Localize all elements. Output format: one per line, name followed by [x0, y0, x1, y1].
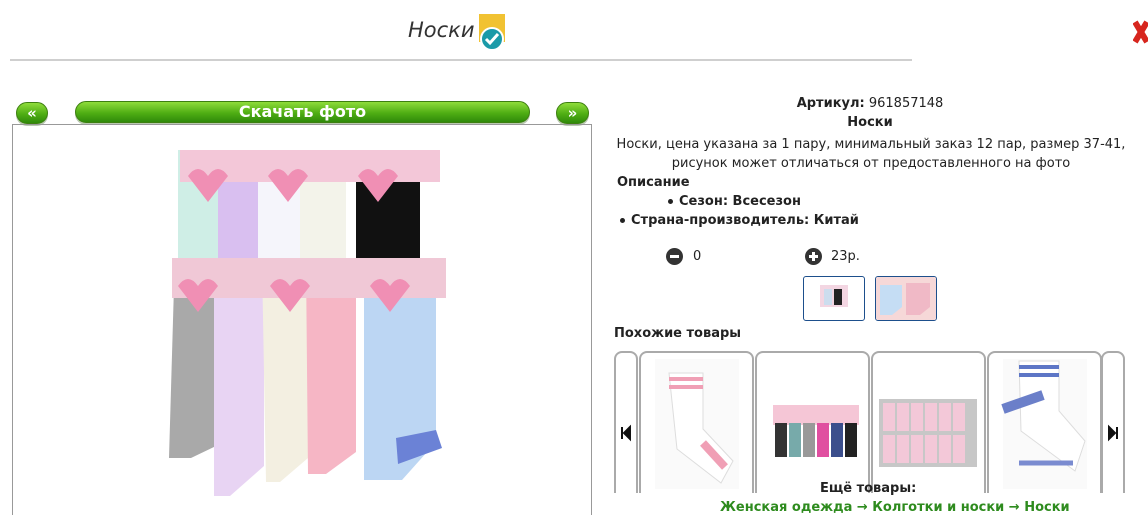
- thumbnail-2[interactable]: [875, 276, 937, 321]
- similar-item-4[interactable]: [987, 351, 1102, 493]
- sku-value: 961857148: [868, 96, 944, 111]
- thumbnail-image: [876, 277, 936, 320]
- similar-image: [1001, 359, 1087, 489]
- download-photo-button[interactable]: Скачать фото: [75, 101, 530, 123]
- check-badge-icon: [479, 14, 505, 51]
- similar-item-3[interactable]: [871, 351, 986, 493]
- property-country: Страна-производитель: Китай: [631, 213, 859, 228]
- similar-image: [655, 359, 739, 489]
- sku-line: Артикул: 961857148: [592, 96, 1148, 111]
- product-description: Носки, цена указана за 1 пару, минимальн…: [616, 137, 1126, 171]
- minus-circle-icon[interactable]: [666, 248, 683, 265]
- list-item: Сезон: Всесезон: [620, 194, 859, 213]
- prev-photo-button[interactable]: «: [16, 102, 48, 124]
- product-name: Носки: [847, 115, 893, 130]
- bullet-icon: [620, 218, 625, 223]
- similar-item-2[interactable]: [755, 351, 870, 493]
- list-item: Страна-производитель: Китай: [620, 213, 859, 232]
- close-icon[interactable]: [1133, 18, 1148, 46]
- next-photo-button[interactable]: »: [556, 102, 589, 124]
- page-title: Носки: [408, 18, 475, 42]
- plus-circle-icon[interactable]: [805, 248, 822, 265]
- property-list: Сезон: Всесезон Страна-производитель: Ки…: [620, 194, 859, 232]
- bullet-icon: [668, 199, 673, 204]
- breadcrumb[interactable]: Женская одежда → Колготки и носки → Носк…: [720, 500, 1070, 515]
- header-divider: [10, 59, 912, 61]
- quantity-value: 0: [693, 249, 702, 264]
- price: 23р.: [831, 249, 860, 264]
- product-photo[interactable]: [158, 146, 448, 506]
- thumbnail-1[interactable]: [803, 276, 865, 321]
- similar-image: [879, 399, 977, 467]
- prev-arrow-icon[interactable]: [614, 351, 638, 493]
- property-season: Сезон: Всесезон: [679, 194, 801, 209]
- description-heading: Описание: [617, 175, 690, 190]
- similar-image: [773, 405, 859, 457]
- similar-item-1[interactable]: [639, 351, 754, 493]
- similar-heading: Похожие товары: [614, 326, 742, 341]
- sku-label: Артикул:: [796, 96, 865, 111]
- next-arrow-icon[interactable]: [1101, 351, 1125, 493]
- more-heading: Ещё товары:: [820, 481, 917, 496]
- thumbnail-image: [820, 285, 848, 307]
